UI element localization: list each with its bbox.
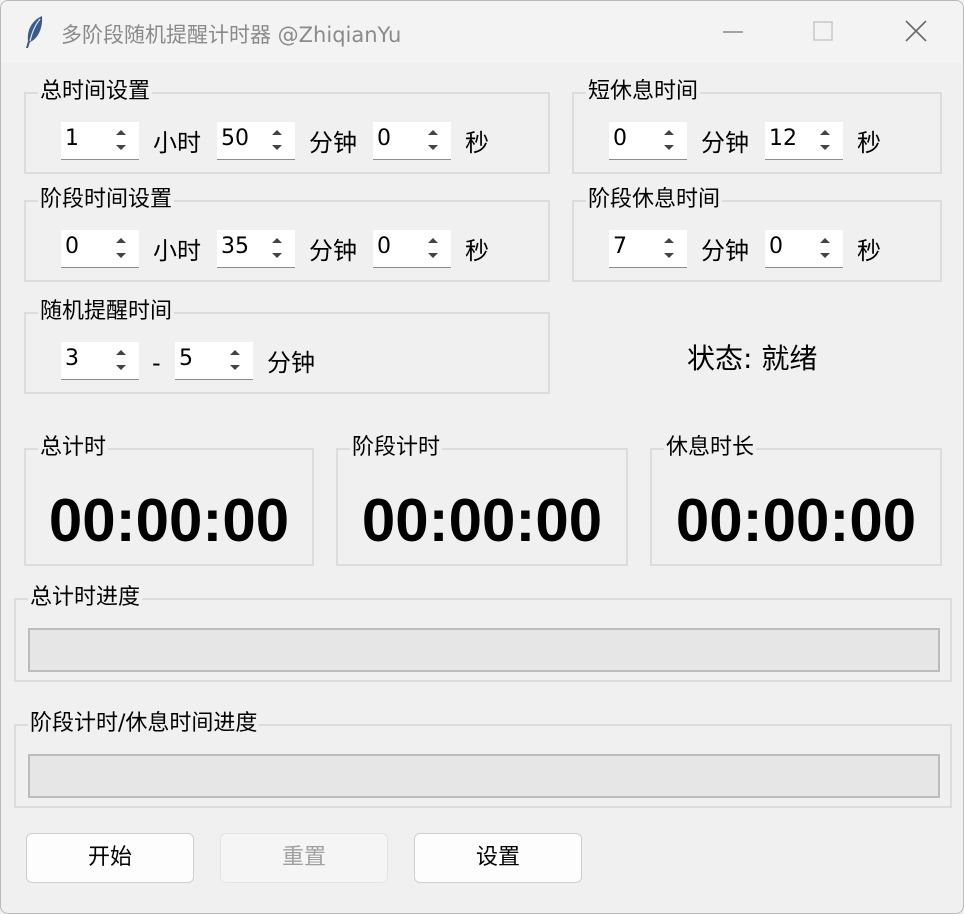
stage-rest-minutes-spinbox[interactable]: 7 xyxy=(609,230,687,268)
short-rest-seconds-spinbox[interactable]: 12 xyxy=(765,122,843,160)
reminder-min-value[interactable]: 3 xyxy=(65,344,79,374)
stage-hours-unit: 小时 xyxy=(153,237,201,265)
title-bar[interactable]: 多阶段随机提醒计时器 @ZhiqianYu xyxy=(1,1,963,63)
start-button[interactable]: 开始 xyxy=(26,833,194,883)
spin-down-icon[interactable] xyxy=(418,248,448,263)
spin-down-icon[interactable] xyxy=(220,360,250,375)
short-rest-minutes-value[interactable]: 0 xyxy=(613,124,627,154)
short-rest-time-group: 短休息时间 0 分钟 12 秒 xyxy=(572,79,942,174)
total-timer-group: 总计时 00:00:00 xyxy=(24,435,314,566)
rest-timer-group: 休息时长 00:00:00 xyxy=(650,435,942,566)
stage-rest-time-group: 阶段休息时间 7 分钟 0 秒 xyxy=(572,187,942,282)
settings-button[interactable]: 设置 xyxy=(414,833,582,883)
stage-minutes-value[interactable]: 35 xyxy=(221,232,249,262)
stage-timer-group: 阶段计时 00:00:00 xyxy=(336,435,628,566)
short-rest-seconds-unit: 秒 xyxy=(857,129,881,157)
stage-hours-value[interactable]: 0 xyxy=(65,232,79,262)
stage-timer-legend: 阶段计时 xyxy=(350,435,443,461)
total-time-settings-legend: 总时间设置 xyxy=(38,79,153,105)
window-title: 多阶段随机提醒计时器 @ZhiqianYu xyxy=(61,23,402,47)
short-rest-time-legend: 短休息时间 xyxy=(586,79,701,105)
reset-button[interactable]: 重置 xyxy=(220,833,388,883)
stage-minutes-spinbox[interactable]: 35 xyxy=(217,230,295,268)
total-progress-legend: 总计时进度 xyxy=(28,585,143,611)
reminder-unit: 分钟 xyxy=(267,349,315,377)
reminder-max-value[interactable]: 5 xyxy=(179,344,193,374)
feather-icon xyxy=(23,15,45,49)
spin-down-icon[interactable] xyxy=(262,140,292,155)
close-button[interactable] xyxy=(894,11,938,53)
total-progress-group: 总计时进度 xyxy=(14,585,952,682)
stage-rest-minutes-unit: 分钟 xyxy=(701,237,749,265)
stage-timer-display: 00:00:00 xyxy=(361,487,603,554)
maximize-button[interactable] xyxy=(801,11,845,53)
minimize-button[interactable] xyxy=(711,11,755,53)
reminder-max-spinbox[interactable]: 5 xyxy=(175,342,253,380)
random-reminder-group: 随机提醒时间 3 - 5 分钟 xyxy=(24,299,550,394)
total-hours-value[interactable]: 1 xyxy=(65,124,79,154)
spin-down-icon[interactable] xyxy=(654,140,684,155)
spin-down-icon[interactable] xyxy=(810,248,840,263)
stage-minutes-unit: 分钟 xyxy=(309,237,357,265)
stage-rest-time-legend: 阶段休息时间 xyxy=(586,187,723,213)
status-label: 状态: 就绪 xyxy=(687,342,818,375)
total-timer-display: 00:00:00 xyxy=(48,487,290,554)
spin-up-icon[interactable] xyxy=(418,233,448,248)
total-seconds-unit: 秒 xyxy=(465,129,489,157)
stage-rest-seconds-value[interactable]: 0 xyxy=(769,232,783,262)
app-window: 多阶段随机提醒计时器 @ZhiqianYu 总时间设置 1 小时 50 分钟 0… xyxy=(0,0,964,914)
stage-time-settings-legend: 阶段时间设置 xyxy=(38,187,175,213)
spin-down-icon[interactable] xyxy=(418,140,448,155)
spin-up-icon[interactable] xyxy=(262,233,292,248)
spin-down-icon[interactable] xyxy=(106,248,136,263)
stage-progress-bar xyxy=(28,754,940,798)
spin-down-icon[interactable] xyxy=(810,140,840,155)
total-minutes-spinbox[interactable]: 50 xyxy=(217,122,295,160)
total-progress-bar xyxy=(28,628,940,672)
stage-seconds-value[interactable]: 0 xyxy=(377,232,391,262)
total-seconds-value[interactable]: 0 xyxy=(377,124,391,154)
spin-up-icon[interactable] xyxy=(220,345,250,360)
stage-rest-minutes-value[interactable]: 7 xyxy=(613,232,627,262)
stage-progress-group: 阶段计时/休息时间进度 xyxy=(14,711,952,808)
spin-down-icon[interactable] xyxy=(106,140,136,155)
spin-up-icon[interactable] xyxy=(418,125,448,140)
spin-down-icon[interactable] xyxy=(262,248,292,263)
spin-down-icon[interactable] xyxy=(106,360,136,375)
total-timer-legend: 总计时 xyxy=(38,435,109,461)
stage-progress-legend: 阶段计时/休息时间进度 xyxy=(28,711,260,737)
spin-up-icon[interactable] xyxy=(810,125,840,140)
stage-seconds-unit: 秒 xyxy=(465,237,489,265)
total-seconds-spinbox[interactable]: 0 xyxy=(373,122,451,160)
short-rest-minutes-spinbox[interactable]: 0 xyxy=(609,122,687,160)
total-hours-spinbox[interactable]: 1 xyxy=(61,122,139,160)
rest-timer-legend: 休息时长 xyxy=(664,435,757,461)
random-reminder-legend: 随机提醒时间 xyxy=(38,299,175,325)
total-time-settings-group: 总时间设置 1 小时 50 分钟 0 秒 xyxy=(24,79,550,174)
spin-up-icon[interactable] xyxy=(654,125,684,140)
spin-up-icon[interactable] xyxy=(106,125,136,140)
reminder-min-spinbox[interactable]: 3 xyxy=(61,342,139,380)
total-minutes-value[interactable]: 50 xyxy=(221,124,249,154)
total-minutes-unit: 分钟 xyxy=(309,129,357,157)
spin-up-icon[interactable] xyxy=(106,345,136,360)
short-rest-seconds-value[interactable]: 12 xyxy=(769,124,797,154)
stage-hours-spinbox[interactable]: 0 xyxy=(61,230,139,268)
stage-rest-seconds-spinbox[interactable]: 0 xyxy=(765,230,843,268)
stage-rest-seconds-unit: 秒 xyxy=(857,237,881,265)
stage-seconds-spinbox[interactable]: 0 xyxy=(373,230,451,268)
total-hours-unit: 小时 xyxy=(153,129,201,157)
spin-up-icon[interactable] xyxy=(654,233,684,248)
spin-up-icon[interactable] xyxy=(810,233,840,248)
spin-up-icon[interactable] xyxy=(106,233,136,248)
spin-up-icon[interactable] xyxy=(262,125,292,140)
short-rest-minutes-unit: 分钟 xyxy=(701,129,749,157)
stage-time-settings-group: 阶段时间设置 0 小时 35 分钟 0 秒 xyxy=(24,187,550,282)
rest-timer-display: 00:00:00 xyxy=(675,487,917,554)
spin-down-icon[interactable] xyxy=(654,248,684,263)
reminder-range-separator: - xyxy=(152,349,161,377)
